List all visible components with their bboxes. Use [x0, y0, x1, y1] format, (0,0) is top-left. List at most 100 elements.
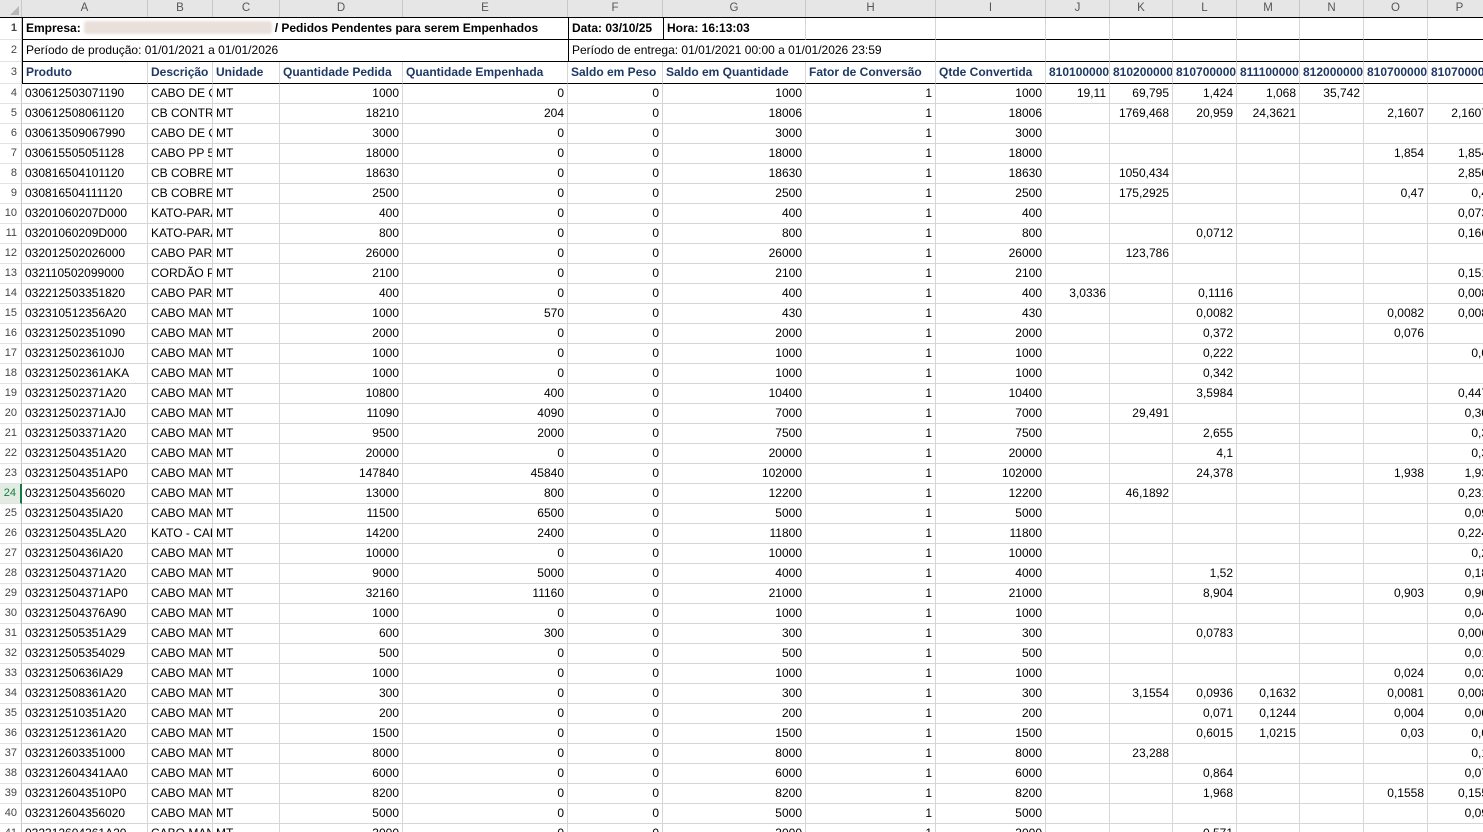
cell[interactable]: 032312504351A20 [22, 444, 148, 464]
cell[interactable] [1110, 18, 1173, 40]
cell[interactable]: 1 [806, 644, 936, 664]
cell[interactable]: 0 [403, 124, 568, 144]
cell[interactable] [1300, 684, 1364, 704]
cell[interactable] [1237, 164, 1300, 184]
cell[interactable]: 8000 [936, 744, 1046, 764]
cell[interactable] [1110, 704, 1173, 724]
cell[interactable] [1046, 244, 1110, 264]
row-number[interactable]: 12 [0, 244, 22, 264]
cell[interactable]: CABO MAN [148, 564, 213, 584]
cell[interactable]: 0,0 [1428, 724, 1483, 744]
cell[interactable]: 14200 [280, 524, 403, 544]
cell[interactable] [1046, 264, 1110, 284]
cell[interactable] [1364, 344, 1428, 364]
cell[interactable]: 0 [568, 724, 663, 744]
cell[interactable]: 430 [663, 304, 806, 324]
cell[interactable]: 18630 [280, 164, 403, 184]
cell[interactable]: 0 [403, 84, 568, 104]
column-title-cell[interactable]: 811100000 [1237, 62, 1300, 84]
cell[interactable]: 0,0082 [1364, 304, 1428, 324]
cell[interactable] [1300, 284, 1364, 304]
cell[interactable] [1428, 124, 1483, 144]
cell[interactable]: 1,938 [1364, 464, 1428, 484]
cell[interactable]: 570 [403, 304, 568, 324]
cell[interactable] [1300, 644, 1364, 664]
cell[interactable]: MT [213, 284, 280, 304]
cell[interactable] [1364, 384, 1428, 404]
cell[interactable]: 1 [806, 664, 936, 684]
cell[interactable]: 0,222 [1173, 344, 1237, 364]
cell[interactable]: MT [213, 84, 280, 104]
cell[interactable]: 032312502351090 [22, 324, 148, 344]
cell[interactable] [1300, 584, 1364, 604]
cell[interactable] [1110, 524, 1173, 544]
cell[interactable] [1300, 624, 1364, 644]
cell[interactable] [1300, 124, 1364, 144]
cell[interactable] [1110, 384, 1173, 404]
cell[interactable]: 400 [280, 284, 403, 304]
cell[interactable] [1300, 744, 1364, 764]
cell[interactable]: 9500 [280, 424, 403, 444]
cell[interactable]: 0 [568, 344, 663, 364]
cell[interactable]: 032312504371A20 [22, 564, 148, 584]
cell[interactable] [1300, 364, 1364, 384]
cell[interactable]: 200 [663, 704, 806, 724]
column-title-cell[interactable]: Qtde Convertida [936, 62, 1046, 84]
cell[interactable]: 0 [403, 324, 568, 344]
cell[interactable]: CABO DE C [148, 124, 213, 144]
cell[interactable]: MT [213, 344, 280, 364]
cell[interactable] [1173, 144, 1237, 164]
cell[interactable] [1364, 504, 1428, 524]
cell[interactable] [1237, 444, 1300, 464]
cell[interactable]: 18630 [936, 164, 1046, 184]
cell[interactable]: 032312508361A20 [22, 684, 148, 704]
cell[interactable]: 0 [403, 264, 568, 284]
cell[interactable]: 12200 [936, 484, 1046, 504]
cell[interactable]: 1000 [280, 604, 403, 624]
row-number[interactable]: 25 [0, 504, 22, 524]
cell[interactable]: MT [213, 544, 280, 564]
cell[interactable]: KATO-PARA [148, 204, 213, 224]
row-number[interactable]: 6 [0, 124, 22, 144]
cell[interactable]: CABO MAN [148, 704, 213, 724]
cell[interactable]: 032312604341AA0 [22, 764, 148, 784]
cell[interactable] [1300, 404, 1364, 424]
cell[interactable] [1364, 824, 1428, 832]
cell[interactable]: 0 [568, 684, 663, 704]
cell[interactable]: 0,6015 [1173, 724, 1237, 744]
cell[interactable]: MT [213, 244, 280, 264]
cell[interactable] [1237, 464, 1300, 484]
cell[interactable]: CABO MAN [148, 644, 213, 664]
cell[interactable]: 147840 [280, 464, 403, 484]
row-number[interactable]: 24 [0, 484, 22, 504]
cell[interactable]: 7000 [663, 404, 806, 424]
cell[interactable]: CORDÃO PA [148, 264, 213, 284]
cell[interactable] [1300, 504, 1364, 524]
cell[interactable]: 3000 [280, 824, 403, 832]
cell-date[interactable]: Data: 03/10/25 [568, 18, 663, 40]
cell[interactable]: 0 [568, 524, 663, 544]
cell[interactable]: 1 [806, 804, 936, 824]
cell[interactable]: 032312510351A20 [22, 704, 148, 724]
cell[interactable]: 1 [806, 704, 936, 724]
row-number[interactable]: 11 [0, 224, 22, 244]
cell[interactable]: 18000 [936, 144, 1046, 164]
column-header-C[interactable]: C [213, 0, 280, 17]
cell[interactable]: 032312604361A20 [22, 824, 148, 832]
cell[interactable]: 1 [806, 84, 936, 104]
cell[interactable] [1173, 40, 1237, 62]
cell[interactable]: 1 [806, 724, 936, 744]
cell[interactable] [1237, 364, 1300, 384]
cell[interactable]: 0 [568, 504, 663, 524]
cell[interactable]: CABO PARA [148, 284, 213, 304]
cell[interactable]: 0323126043510P0 [22, 784, 148, 804]
cell[interactable]: 6500 [403, 504, 568, 524]
cell-periodo-entrega[interactable]: Período de entrega: 01/01/2021 00:00 a 0… [568, 40, 936, 62]
cell[interactable]: 1 [806, 744, 936, 764]
cell[interactable] [1173, 744, 1237, 764]
cell-empresa-title[interactable]: Empresa:/ Pedidos Pendentes para serem E… [22, 18, 568, 40]
cell[interactable] [1046, 644, 1110, 664]
cell[interactable]: 0 [568, 424, 663, 444]
cell[interactable] [1237, 744, 1300, 764]
cell[interactable]: 0 [568, 444, 663, 464]
